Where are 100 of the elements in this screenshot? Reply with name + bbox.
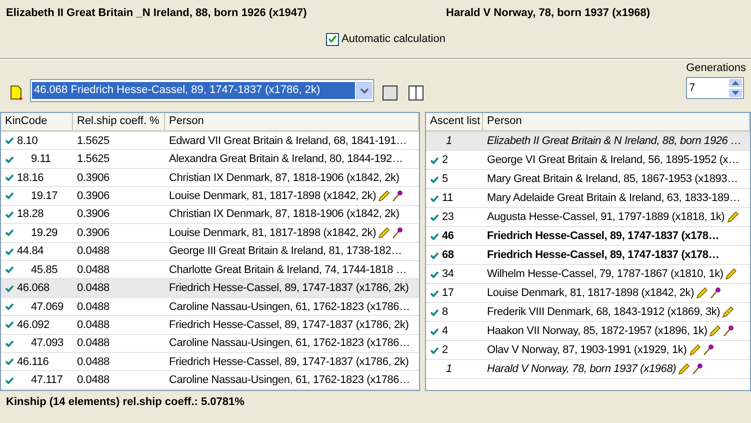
person-name: Louise Denmark, 81, 1817-1898 (x1842, 2k) xyxy=(169,226,376,239)
column-header[interactable]: Person xyxy=(483,113,750,130)
pin-icon xyxy=(723,325,734,337)
document-icon xyxy=(10,85,24,101)
table-row[interactable]: 1 Elizabeth II Great Britain & N Ireland, 88, born 1926 … xyxy=(426,132,750,151)
kin-code: 18.16 xyxy=(17,172,44,184)
pin-icon xyxy=(392,190,404,202)
kin-code: 18.28 xyxy=(17,208,44,220)
ascent-number: 2 xyxy=(442,344,448,356)
column-header[interactable]: Rel.ship coeff. % xyxy=(73,113,165,130)
coefficient: 0.3906 xyxy=(77,208,110,220)
coefficient: 0.0488 xyxy=(77,374,110,386)
pencil-icon xyxy=(725,268,738,280)
table-row[interactable]: 18.28 0.3906 Christian IX Denmark, 87, 1818-1906 (x1842, 2k) xyxy=(1,206,419,224)
person-name: Wilhelm Hesse-Cassel, 79, 1787-1867 (x1810, 1k) xyxy=(487,268,724,280)
table-row[interactable]: 23 Augusta Hesse-Cassel, 91, 1797-1889 (x1818, 1k) xyxy=(426,208,750,227)
person-name: Caroline Nassau-Usingen, 61, 1762-1823 (x1786… xyxy=(169,300,410,312)
coefficient: 0.0488 xyxy=(77,245,110,258)
increment-button[interactable] xyxy=(728,78,744,88)
kin-code: 19.17 xyxy=(30,190,58,202)
table-row[interactable]: 44.84 0.0488 George III Great Britain & Ireland, 81, 1738-182… xyxy=(1,242,419,261)
person-name: Elizabeth II Great Britain & N Ireland, 88, born 1926 … xyxy=(487,135,742,147)
kin-code: 45.85 xyxy=(30,264,58,276)
person-name: Christian IX Denmark, 87, 1818-1906 (x1842, 2k) xyxy=(169,172,400,184)
kin-code: 46.068 xyxy=(17,282,50,294)
coefficient: 0.3906 xyxy=(77,172,110,184)
split-view-button[interactable] xyxy=(406,83,426,103)
down-arrow-icon xyxy=(732,91,740,95)
table-row[interactable]: 46.068 0.0488 Friedrich Hesse-Cassel, 89, 1747-1837 (x1786, 2k) xyxy=(1,279,419,298)
decrement-button[interactable] xyxy=(728,88,744,98)
first-person-name: Elizabeth II Great Britain _N Ireland, 88, born 1926 (x1947) xyxy=(6,7,308,19)
ascent-number: 8 xyxy=(442,306,448,318)
person-name: Caroline Nassau-Usingen, 61, 1762-1823 (x1786… xyxy=(169,374,410,386)
pencil-icon xyxy=(688,344,701,356)
kin-code: 44.84 xyxy=(17,245,44,258)
table-row[interactable]: 17 Louise Denmark, 81, 1817-1898 (x1842, 2k) xyxy=(426,284,750,303)
ascent-number: 68 xyxy=(442,249,454,261)
up-arrow-icon xyxy=(732,81,740,85)
kin-code: 8.10 xyxy=(17,134,38,147)
ascent-number: 17 xyxy=(442,287,454,299)
kin-code: 47.069 xyxy=(30,300,64,312)
status-text: Kinship (14 elements) rel.ship coeff.: 5.0781% xyxy=(5,395,246,410)
person-name: Augusta Hesse-Cassel, 91, 1797-1889 (x1818, 1k) xyxy=(487,211,725,223)
column-header[interactable]: Ascent list xyxy=(426,113,483,130)
kin-code: 46.092 xyxy=(17,318,50,331)
column-header[interactable]: Person xyxy=(165,113,419,130)
pencil-icon xyxy=(722,306,734,318)
ascent-number: 2 xyxy=(442,154,448,166)
auto-calculation-checkbox[interactable] xyxy=(326,32,339,46)
coefficient: 0.0488 xyxy=(77,318,110,331)
coefficient: 1.5625 xyxy=(77,153,110,166)
coefficient: 0.0488 xyxy=(77,282,110,294)
person-name: Mary Great Britain & Ireland, 85, 1867-1953 (x1893… xyxy=(487,173,738,185)
person-name: Haakon VII Norway, 85, 1872-1957 (x1896, 1k) xyxy=(487,325,708,337)
pencil-icon xyxy=(696,287,708,299)
coefficient: 0.0488 xyxy=(77,300,110,312)
pin-icon xyxy=(710,287,722,299)
ascent-number: 4 xyxy=(442,325,448,337)
person-name: Edward VII Great Britain & Ireland, 68, 1841-191… xyxy=(169,134,407,147)
checkbox-label: Automatic calculation xyxy=(342,33,446,45)
person-name: George VI Great Britain & Ireland, 56, 1895-1952 (x… xyxy=(487,154,739,166)
pencil-icon xyxy=(726,211,739,223)
coefficient: 0.0488 xyxy=(77,264,110,276)
person-name: Louise Denmark, 81, 1817-1898 (x1842, 2k) xyxy=(487,287,694,299)
table-row[interactable]: 47.093 0.0488 Caroline Nassau-Usingen, 61, 1762-1823 (x1786… xyxy=(1,334,419,354)
person-name: Mary Adelaide Great Britain & Ireland, 63, 1833-189… xyxy=(487,192,740,204)
table-row[interactable]: 8 Frederik VIII Denmark, 68, 1843-1912 (x1869, 3k) xyxy=(426,303,750,322)
person-dropdown[interactable]: 46.068 Friedrich Hesse-Cassel, 89, 1747-1837 (x1786, 2k) xyxy=(30,79,374,102)
coefficient: 0.3906 xyxy=(77,190,110,202)
table-row[interactable]: 2 Olav V Norway, 87, 1903-1991 (x1929, 1k) xyxy=(426,341,750,360)
kin-code: 19.29 xyxy=(30,226,58,239)
second-person-name: Harald V Norway, 78, born 1937 (x1968) xyxy=(446,7,651,19)
person-name: Christian IX Denmark, 87, 1818-1906 (x1842, 2k) xyxy=(169,208,400,220)
kin-code: 46.116 xyxy=(17,356,49,368)
person-name: Friedrich Hesse-Cassel, 89, 1747-1837 (x1786, 2k) xyxy=(169,318,409,331)
pencil-icon xyxy=(678,363,690,375)
table-row[interactable]: 4 Haakon VII Norway, 85, 1872-1957 (x1896, 1k) xyxy=(426,322,750,341)
person-name: Louise Denmark, 81, 1817-1898 (x1842, 2k) xyxy=(169,190,376,202)
table-row[interactable]: 19.17 0.3906 Louise Denmark, 81, 1817-1898 (x1842, 2k) xyxy=(1,187,419,206)
person-name: Friedrich Hesse-Cassel, 89, 1747-1837 (x178… xyxy=(487,230,720,242)
table-row[interactable]: 19.29 0.3906 Louise Denmark, 81, 1817-1898 (x1842, 2k) xyxy=(1,224,419,243)
person-name: Friedrich Hesse-Cassel, 89, 1747-1837 (x178… xyxy=(487,249,720,261)
pencil-icon xyxy=(709,325,722,337)
ascent-number: 23 xyxy=(442,211,454,223)
ascent-number: 1 xyxy=(445,135,452,147)
ascent-number: 34 xyxy=(442,268,454,280)
coefficient: 0.0488 xyxy=(77,356,110,368)
pin-icon xyxy=(392,226,404,239)
pencil-icon xyxy=(378,190,390,202)
person-name: George III Great Britain & Ireland, 81, 1738-182… xyxy=(169,245,402,258)
kin-code: 47.117 xyxy=(30,374,63,386)
table-row[interactable]: 34 Wilhelm Hesse-Cassel, 79, 1787-1867 (x1810, 1k) xyxy=(426,265,750,284)
ascent-number: 11 xyxy=(442,192,454,204)
column-header[interactable]: KinCode xyxy=(1,113,73,130)
coefficient: 0.0488 xyxy=(77,337,110,350)
generations-spinner[interactable]: 7 xyxy=(686,77,744,99)
table-row[interactable]: 1 Harald V Norway, 78, born 1937 (x1968) xyxy=(426,360,750,379)
pin-icon xyxy=(692,363,704,375)
person-name: Caroline Nassau-Usingen, 61, 1762-1823 (x1786… xyxy=(169,337,410,350)
single-view-button[interactable] xyxy=(380,83,400,103)
